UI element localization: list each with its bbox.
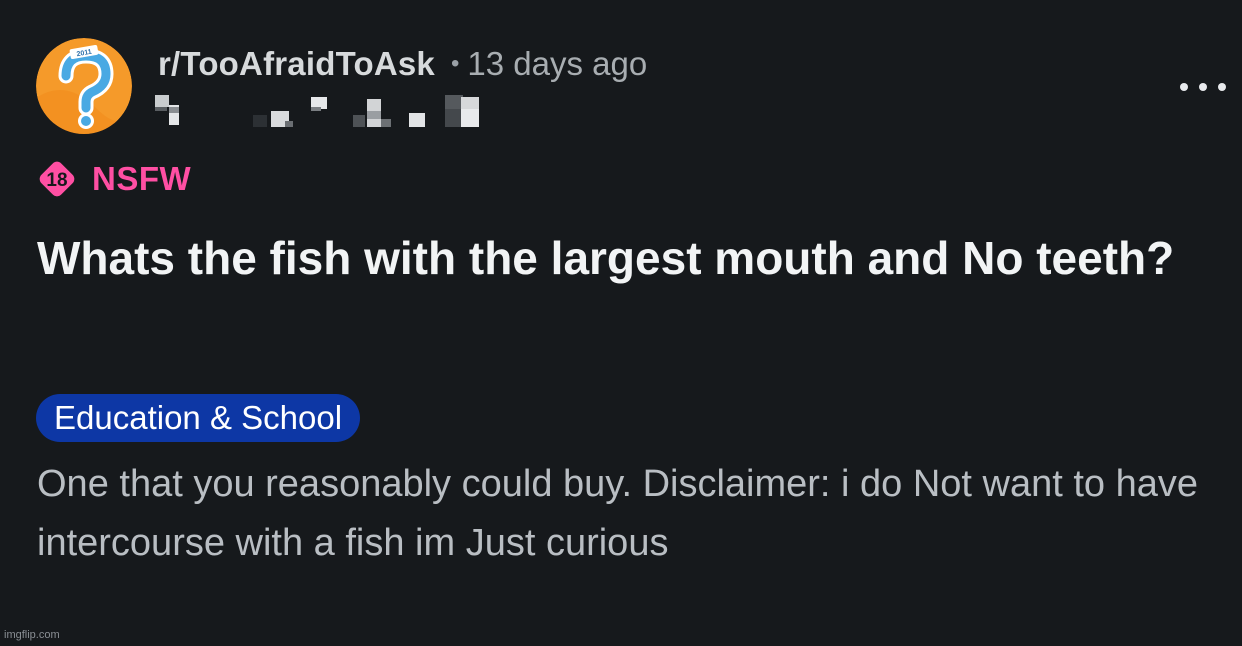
subreddit-link[interactable]: r/TooAfraidToAsk xyxy=(158,45,435,83)
more-dot-icon xyxy=(1218,83,1226,91)
subreddit-avatar[interactable]: 2011 xyxy=(36,38,132,134)
question-mark-icon: 2011 xyxy=(36,38,132,134)
post-body: One that you reasonably could buy. Discl… xyxy=(37,463,1199,564)
more-dot-icon xyxy=(1180,83,1188,91)
post-meta: r/TooAfraidToAsk • 13 days ago xyxy=(158,44,647,84)
nsfw-label: NSFW xyxy=(92,160,192,197)
meta-separator: • xyxy=(450,50,460,77)
nsfw-badge-number: 18 xyxy=(46,170,67,191)
nsfw-tag: 18 NSFW xyxy=(36,158,191,200)
more-options-button[interactable] xyxy=(1180,78,1226,96)
post-title[interactable]: Whats the fish with the largest mouth an… xyxy=(37,224,1197,292)
watermark: imgflip.com xyxy=(4,629,60,641)
post-timestamp: 13 days ago xyxy=(467,45,648,82)
nsfw-18-icon: 18 xyxy=(39,161,75,197)
post-flair[interactable]: Education & School xyxy=(36,394,361,442)
more-dot-icon xyxy=(1199,83,1207,91)
redacted-username xyxy=(155,95,479,127)
